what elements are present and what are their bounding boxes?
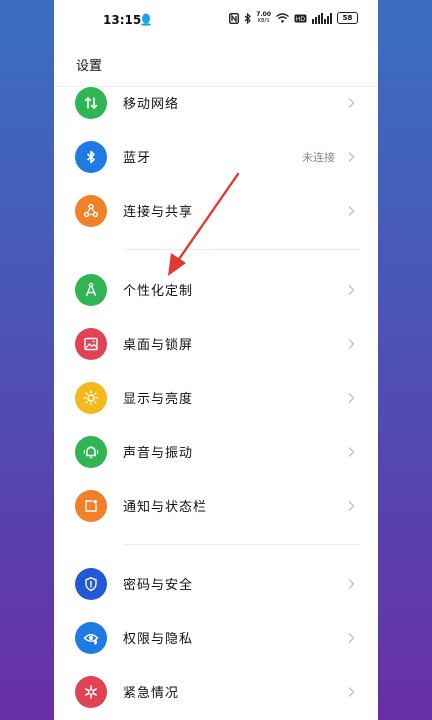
chevron-right-icon bbox=[348, 686, 355, 698]
chevron-right-icon bbox=[348, 205, 355, 217]
notification-icon bbox=[75, 490, 107, 522]
settings-item-notification-statusbar[interactable]: 通知与状态栏 bbox=[54, 479, 378, 533]
asterisk-icon bbox=[75, 676, 107, 708]
svg-text:HD: HD bbox=[296, 16, 306, 23]
settings-item-label: 连接与共享 bbox=[123, 205, 194, 220]
settings-item-label: 权限与隐私 bbox=[123, 632, 194, 647]
settings-item-mobile-network[interactable]: 移动网络 bbox=[54, 76, 378, 130]
bluetooth-status-value: 未连接 bbox=[302, 151, 335, 164]
page-title: 设置 bbox=[76, 59, 103, 74]
settings-item-label: 个性化定制 bbox=[123, 284, 194, 299]
chevron-right-icon bbox=[348, 632, 355, 644]
bell-icon bbox=[75, 436, 107, 468]
settings-item-display-brightness[interactable]: 显示与亮度 bbox=[54, 371, 378, 425]
group-divider bbox=[123, 249, 360, 250]
settings-item-label: 蓝牙 bbox=[123, 151, 152, 166]
status-time: 13:15 bbox=[103, 13, 142, 27]
settings-item-label: 紧急情况 bbox=[123, 686, 180, 701]
chevron-right-icon bbox=[348, 446, 355, 458]
chevron-right-icon bbox=[348, 97, 355, 109]
chevron-right-icon bbox=[348, 151, 355, 163]
settings-item-desktop-lockscreen[interactable]: 桌面与锁屏 bbox=[54, 317, 378, 371]
settings-item-emergency[interactable]: 紧急情况 bbox=[54, 665, 378, 719]
bluetooth-icon bbox=[75, 141, 107, 173]
settings-item-label: 声音与振动 bbox=[123, 446, 194, 461]
settings-item-sound-vibration[interactable]: 声音与振动 bbox=[54, 425, 378, 479]
group-divider bbox=[123, 544, 360, 545]
hd-icon: HD bbox=[294, 14, 307, 23]
status-icons: 7.00 KB/S HD 58 bbox=[229, 12, 358, 24]
bluetooth-status-icon bbox=[244, 12, 252, 24]
eye-shield-icon bbox=[75, 622, 107, 654]
arrows-updown-icon bbox=[75, 87, 107, 119]
settings-item-label: 显示与亮度 bbox=[123, 392, 194, 407]
shield-icon bbox=[75, 568, 107, 600]
chevron-right-icon bbox=[348, 578, 355, 590]
chevron-right-icon bbox=[348, 392, 355, 404]
phone-screen: 13:15 7.00 KB/S HD 58 设置 移动网络 蓝牙 未连接 连接与… bbox=[54, 0, 378, 720]
chevron-right-icon bbox=[348, 338, 355, 350]
signal-icon bbox=[312, 12, 332, 24]
nfc-icon bbox=[229, 12, 240, 24]
chevron-right-icon bbox=[348, 500, 355, 512]
settings-item-connection-sharing[interactable]: 连接与共享 bbox=[54, 184, 378, 238]
picture-icon bbox=[75, 328, 107, 360]
wifi-icon bbox=[276, 13, 289, 23]
settings-item-password-security[interactable]: 密码与安全 bbox=[54, 557, 378, 611]
battery-icon: 58 bbox=[337, 12, 358, 24]
settings-item-personalization[interactable]: 个性化定制 bbox=[54, 263, 378, 317]
settings-item-label: 桌面与锁屏 bbox=[123, 338, 194, 353]
chevron-right-icon bbox=[348, 284, 355, 296]
network-speed: 7.00 KB/S bbox=[256, 11, 271, 25]
status-bar: 13:15 7.00 KB/S HD 58 bbox=[54, 0, 378, 38]
compass-icon bbox=[75, 274, 107, 306]
settings-item-label: 移动网络 bbox=[123, 97, 180, 112]
sun-icon bbox=[75, 382, 107, 414]
qq-notification-icon bbox=[141, 13, 151, 26]
share-nodes-icon bbox=[75, 195, 107, 227]
settings-item-permission-privacy[interactable]: 权限与隐私 bbox=[54, 611, 378, 665]
settings-item-label: 通知与状态栏 bbox=[123, 500, 208, 515]
settings-item-bluetooth[interactable]: 蓝牙 未连接 bbox=[54, 130, 378, 184]
settings-item-label: 密码与安全 bbox=[123, 578, 194, 593]
